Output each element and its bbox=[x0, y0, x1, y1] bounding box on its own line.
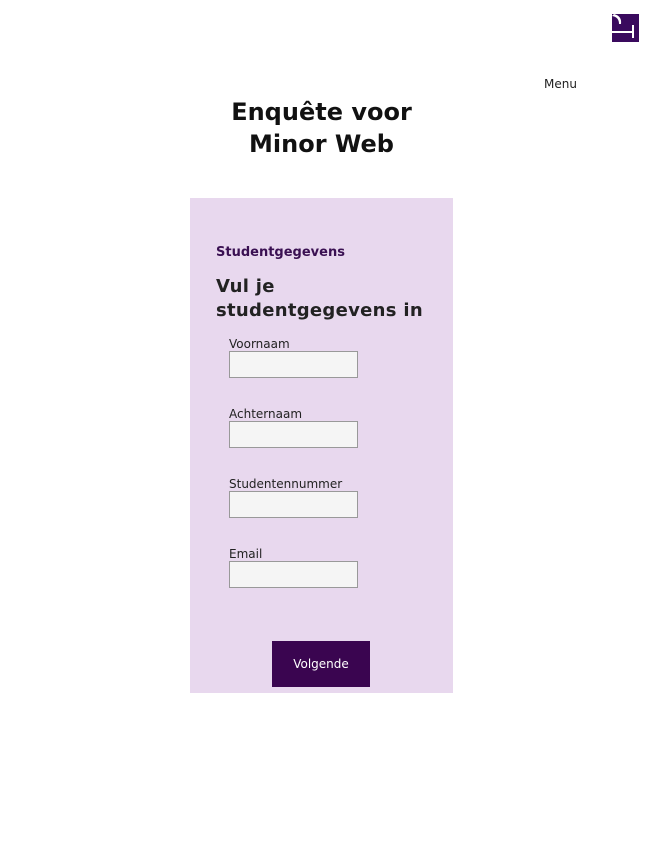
achternaam-label: Achternaam bbox=[229, 407, 303, 421]
next-button[interactable]: Volgende bbox=[272, 641, 370, 687]
form-legend: Studentgegevens bbox=[216, 245, 345, 260]
studentennummer-input[interactable] bbox=[229, 491, 358, 518]
page-title: Enquête voor Minor Web bbox=[0, 96, 643, 160]
heading-line-2: studentgegevens in bbox=[216, 300, 423, 321]
studentennummer-field: Studentennummer bbox=[229, 477, 358, 518]
voornaam-label: Voornaam bbox=[229, 337, 290, 351]
logo-icon[interactable] bbox=[612, 14, 639, 42]
voornaam-field: Voornaam bbox=[229, 337, 358, 378]
heading-line-1: Vul je bbox=[216, 276, 275, 297]
title-line-2: Minor Web bbox=[249, 130, 394, 158]
email-field: Email bbox=[229, 547, 358, 588]
achternaam-field: Achternaam bbox=[229, 407, 358, 448]
title-line-1: Enquête voor bbox=[231, 98, 412, 126]
achternaam-input[interactable] bbox=[229, 421, 358, 448]
email-input[interactable] bbox=[229, 561, 358, 588]
menu-button[interactable]: Menu bbox=[544, 77, 577, 91]
student-form: Studentgegevens Vul je studentgegevens in… bbox=[190, 198, 453, 693]
email-label: Email bbox=[229, 547, 263, 561]
studentennummer-label: Studentennummer bbox=[229, 477, 343, 491]
voornaam-input[interactable] bbox=[229, 351, 358, 378]
form-heading: Vul je studentgegevens in bbox=[216, 275, 423, 323]
